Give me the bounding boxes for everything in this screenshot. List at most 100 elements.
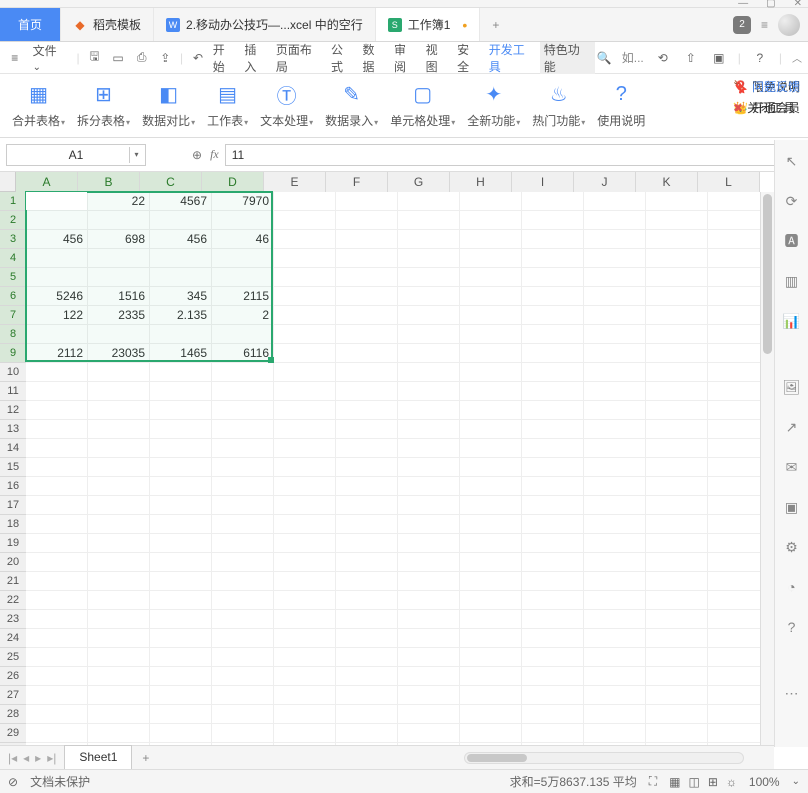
cell[interactable] bbox=[584, 648, 646, 667]
cell[interactable] bbox=[26, 382, 88, 401]
cell[interactable] bbox=[646, 591, 708, 610]
ribbon-group-0[interactable]: ▦合并表格▾ bbox=[6, 78, 71, 137]
cell[interactable] bbox=[398, 458, 460, 477]
cell[interactable] bbox=[646, 667, 708, 686]
cell[interactable] bbox=[522, 610, 584, 629]
cell[interactable] bbox=[26, 363, 88, 382]
cell[interactable] bbox=[398, 496, 460, 515]
cell[interactable] bbox=[150, 382, 212, 401]
cell[interactable] bbox=[274, 363, 336, 382]
cell[interactable] bbox=[398, 401, 460, 420]
col-header-F[interactable]: F bbox=[326, 172, 388, 192]
row-header-2[interactable]: 2 bbox=[0, 211, 26, 230]
upload-icon[interactable]: ⇧ bbox=[682, 49, 700, 67]
cell[interactable] bbox=[336, 610, 398, 629]
cell[interactable] bbox=[522, 591, 584, 610]
cell[interactable]: 6116 bbox=[212, 344, 274, 363]
cell[interactable] bbox=[522, 344, 584, 363]
cell[interactable] bbox=[336, 705, 398, 724]
cell[interactable] bbox=[584, 667, 646, 686]
cell[interactable] bbox=[88, 724, 150, 743]
cell[interactable] bbox=[336, 629, 398, 648]
cell[interactable] bbox=[336, 553, 398, 572]
cell[interactable] bbox=[274, 268, 336, 287]
cell[interactable] bbox=[398, 325, 460, 344]
cell[interactable] bbox=[584, 629, 646, 648]
cell[interactable] bbox=[522, 705, 584, 724]
sheet-add[interactable]: + bbox=[132, 751, 159, 765]
cell[interactable]: 46 bbox=[212, 230, 274, 249]
tab-daoke[interactable]: ◆ 稻壳模板 bbox=[61, 8, 154, 41]
cell[interactable] bbox=[646, 439, 708, 458]
side-help-icon[interactable]: ? bbox=[781, 616, 803, 638]
zoom-dropdown-icon[interactable]: ⌄ bbox=[792, 776, 800, 787]
cell[interactable] bbox=[460, 724, 522, 743]
cell[interactable] bbox=[274, 230, 336, 249]
cell[interactable] bbox=[336, 572, 398, 591]
cell[interactable] bbox=[646, 306, 708, 325]
ribbon-group-3[interactable]: ▤工作表▾ bbox=[201, 78, 254, 137]
cell[interactable] bbox=[398, 572, 460, 591]
collapse-ribbon-icon[interactable]: ︿ bbox=[792, 50, 802, 65]
cell[interactable]: 1465 bbox=[150, 344, 212, 363]
cell[interactable] bbox=[212, 420, 274, 439]
cell[interactable] bbox=[646, 249, 708, 268]
cell[interactable] bbox=[398, 515, 460, 534]
cell[interactable] bbox=[646, 496, 708, 515]
cell[interactable] bbox=[26, 629, 88, 648]
cell[interactable] bbox=[398, 629, 460, 648]
cell[interactable] bbox=[212, 667, 274, 686]
row-header-15[interactable]: 15 bbox=[0, 458, 26, 477]
cell[interactable] bbox=[398, 306, 460, 325]
cell[interactable] bbox=[460, 192, 522, 211]
cell[interactable] bbox=[398, 667, 460, 686]
cell[interactable] bbox=[88, 591, 150, 610]
row-header-18[interactable]: 18 bbox=[0, 515, 26, 534]
ribbon-tab-5[interactable]: 审阅 bbox=[390, 42, 422, 74]
cell[interactable] bbox=[274, 306, 336, 325]
cell[interactable] bbox=[274, 496, 336, 515]
cell[interactable] bbox=[274, 249, 336, 268]
row-header-8[interactable]: 8 bbox=[0, 325, 26, 344]
row-header-1[interactable]: 1 bbox=[0, 192, 26, 211]
cell[interactable] bbox=[26, 648, 88, 667]
export-icon[interactable]: ⇪ bbox=[156, 49, 174, 67]
cell[interactable] bbox=[522, 192, 584, 211]
cell[interactable] bbox=[460, 477, 522, 496]
cell[interactable] bbox=[274, 610, 336, 629]
cell[interactable] bbox=[26, 458, 88, 477]
row-header-23[interactable]: 23 bbox=[0, 610, 26, 629]
name-box[interactable]: A1 ▾ bbox=[6, 144, 146, 166]
select-all-corner[interactable] bbox=[0, 172, 16, 192]
tab-home[interactable]: 首页 bbox=[0, 8, 61, 41]
cell[interactable] bbox=[460, 686, 522, 705]
row-header-24[interactable]: 24 bbox=[0, 629, 26, 648]
cell[interactable] bbox=[150, 553, 212, 572]
side-envelope-icon[interactable]: ✉ bbox=[781, 456, 803, 478]
cell[interactable] bbox=[460, 382, 522, 401]
normal-view-icon[interactable]: ▦ bbox=[669, 775, 680, 789]
cell[interactable] bbox=[336, 306, 398, 325]
cell[interactable] bbox=[460, 534, 522, 553]
cell[interactable] bbox=[460, 705, 522, 724]
row-header-21[interactable]: 21 bbox=[0, 572, 26, 591]
cell[interactable] bbox=[460, 363, 522, 382]
sheet-first-icon[interactable]: |◂ bbox=[8, 751, 17, 765]
cell[interactable] bbox=[460, 572, 522, 591]
cell[interactable] bbox=[150, 249, 212, 268]
row-header-26[interactable]: 26 bbox=[0, 667, 26, 686]
cell[interactable] bbox=[26, 610, 88, 629]
cell[interactable] bbox=[26, 211, 88, 230]
cell[interactable] bbox=[88, 667, 150, 686]
ribbon-group-6[interactable]: ▢单元格处理▾ bbox=[384, 78, 461, 137]
search-label[interactable]: 如... bbox=[622, 49, 644, 66]
cell[interactable] bbox=[398, 192, 460, 211]
cell[interactable] bbox=[212, 458, 274, 477]
page-view-icon[interactable]: ◫ bbox=[689, 775, 700, 789]
cell[interactable] bbox=[150, 401, 212, 420]
sheet-last-icon[interactable]: ▸| bbox=[47, 751, 56, 765]
cell[interactable] bbox=[460, 629, 522, 648]
cell[interactable] bbox=[398, 363, 460, 382]
cell[interactable] bbox=[212, 629, 274, 648]
cell[interactable] bbox=[398, 211, 460, 230]
